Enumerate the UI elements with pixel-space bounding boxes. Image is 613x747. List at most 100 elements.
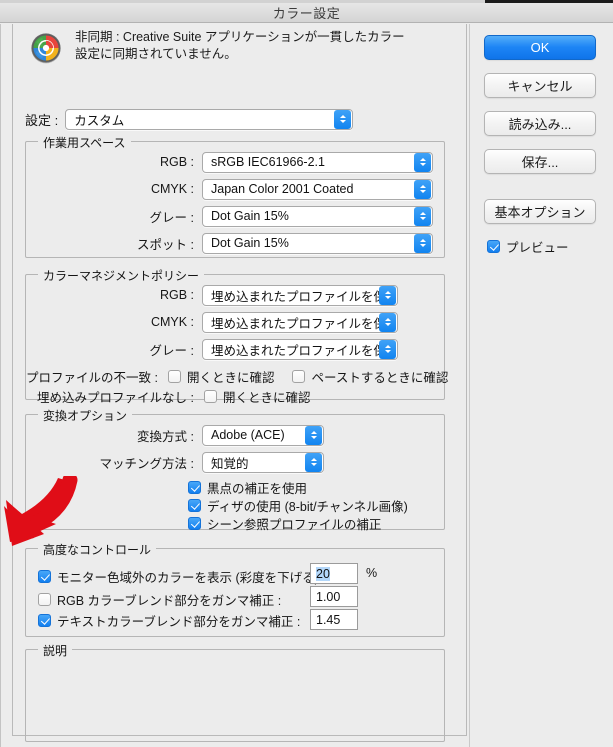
working-space-value-rgb: sRGB IEC61966-2.1 <box>211 155 325 169</box>
stepper-arrows-icon[interactable] <box>305 425 322 445</box>
text-blend-gamma-value: 1.45 <box>316 612 341 627</box>
use-dither-label: ディザの使用 (8-bit/チャンネル画像) <box>207 500 408 514</box>
desaturate-amount-unit: % <box>366 566 378 580</box>
text-blend-gamma-checkbox[interactable]: テキストカラーブレンド部分をガンマ補正 : <box>38 611 300 630</box>
ok-button[interactable]: OK <box>484 35 596 60</box>
working-space-label-gray: グレー : <box>149 210 194 225</box>
scene-referred-profiles-checkbox[interactable]: シーン参照プロファイルの補正 <box>188 514 381 533</box>
conversion-options-legend: 変換オプション <box>38 407 133 424</box>
policy-select-rgb[interactable]: 埋め込まれたプロファイルを保持 <box>202 284 398 306</box>
conversion-engine-label: 変換方式 : <box>137 429 194 444</box>
rendering-intent-row: マッチング方法 : 知覚的 <box>26 451 438 473</box>
policy-label-cmyk: CMYK : <box>150 315 194 329</box>
checkbox-box <box>487 240 500 253</box>
desaturate-monitor-colors-label: モニター色域外のカラーを表示 (彩度を下げる) : <box>57 571 326 585</box>
black-point-compensation-checkbox[interactable]: 黒点の補正を使用 <box>188 478 307 497</box>
working-space-value-spot: Dot Gain 15% <box>211 236 289 250</box>
desaturate-amount-value: 20 <box>316 566 330 581</box>
description-group: 説明 <box>25 642 445 742</box>
working-space-select-cmyk[interactable]: Japan Color 2001 Coated <box>202 178 433 200</box>
settings-preset-select[interactable]: カスタム <box>65 108 354 130</box>
stepper-arrows-icon[interactable] <box>414 152 431 172</box>
working-space-label-rgb: RGB : <box>159 155 194 169</box>
stepper-arrows-icon[interactable] <box>379 285 396 305</box>
policy-row-gray: グレー : 埋め込まれたプロファイルを保持 <box>26 338 438 360</box>
working-space-select-rgb[interactable]: sRGB IEC61966-2.1 <box>202 151 433 173</box>
mismatch-ask-paste-checkbox[interactable]: ペーストするときに確認 <box>292 367 448 386</box>
profile-mismatch-label: プロファイルの不一致 : <box>26 370 158 385</box>
rendering-intent-value: 知覚的 <box>211 456 249 471</box>
working-space-row-rgb: RGB : sRGB IEC61966-2.1 <box>26 151 438 173</box>
mismatch-ask-paste-label: ペーストするときに確認 <box>311 370 449 385</box>
stepper-arrows-icon[interactable] <box>414 233 431 253</box>
stepper-arrows-icon[interactable] <box>379 312 396 332</box>
rgb-blend-gamma-label: RGB カラーブレンド部分をガンマ補正 : <box>57 594 282 608</box>
preview-checkbox[interactable]: プレビュー <box>487 237 569 256</box>
conversion-engine-select[interactable]: Adobe (ACE) <box>202 424 324 446</box>
working-space-value-cmyk: Japan Color 2001 Coated <box>211 182 354 196</box>
policy-value-gray: 埋め込まれたプロファイルを保持 <box>211 343 379 358</box>
settings-preset-value: カスタム <box>74 113 125 128</box>
rgb-blend-gamma-checkbox[interactable]: RGB カラーブレンド部分をガンマ補正 : <box>38 590 281 609</box>
working-space-select-spot[interactable]: Dot Gain 15% <box>202 232 433 254</box>
checkbox-box <box>188 499 201 512</box>
missing-ask-open-checkbox[interactable]: 開くときに確認 <box>204 387 311 406</box>
checkbox-box <box>292 369 306 383</box>
checkbox-box <box>188 481 201 494</box>
rendering-intent-label: マッチング方法 : <box>99 456 194 471</box>
stepper-arrows-icon[interactable] <box>305 452 322 472</box>
checkbox-box <box>204 389 217 403</box>
sync-warning-line1: 非同期 : Creative Suite アプリケーションが一貫したカラー <box>75 30 405 44</box>
window-title: カラー設定 <box>272 6 341 21</box>
rgb-blend-gamma-input[interactable]: 1.00 <box>310 586 358 607</box>
text-blend-gamma-input[interactable]: 1.45 <box>310 609 358 630</box>
policy-label-rgb: RGB : <box>159 288 194 302</box>
description-legend: 説明 <box>38 642 73 659</box>
working-space-row-cmyk: CMYK : Japan Color 2001 Coated <box>26 178 438 200</box>
policies-legend: カラーマネジメントポリシー <box>38 267 205 284</box>
working-space-value-gray: Dot Gain 15% <box>211 209 289 223</box>
conversion-options-group: 変換オプション 変換方式 : Adobe (ACE) マッチング方法 : 知覚的… <box>25 407 445 533</box>
checkbox-box <box>38 570 51 583</box>
working-space-label-spot: スポット : <box>137 237 194 252</box>
stepper-arrows-icon[interactable] <box>334 109 352 129</box>
use-dither-checkbox[interactable]: ディザの使用 (8-bit/チャンネル画像) <box>188 496 408 515</box>
checkbox-box <box>167 369 181 383</box>
policy-value-rgb: 埋め込まれたプロファイルを保持 <box>211 289 379 304</box>
profile-mismatch-row: プロファイルの不一致 : 開くときに確認 ペーストするときに確認 <box>26 365 448 387</box>
policy-value-cmyk: 埋め込まれたプロファイルを保持 <box>211 316 379 331</box>
desaturate-amount-input[interactable]: 20 <box>310 563 358 584</box>
basic-options-button[interactable]: 基本オプション <box>484 199 596 224</box>
desaturate-monitor-colors-checkbox[interactable]: モニター色域外のカラーを表示 (彩度を下げる) : <box>38 567 326 586</box>
rgb-blend-gamma-value: 1.00 <box>316 589 341 604</box>
rendering-intent-select[interactable]: 知覚的 <box>202 451 324 473</box>
checkbox-box <box>188 517 201 530</box>
working-space-row-gray: グレー : Dot Gain 15% <box>26 205 438 227</box>
stepper-arrows-icon[interactable] <box>379 339 396 359</box>
working-spaces-legend: 作業用スペース <box>38 134 131 151</box>
cancel-button[interactable]: キャンセル <box>484 73 596 98</box>
stepper-arrows-icon[interactable] <box>414 179 431 199</box>
working-space-select-gray[interactable]: Dot Gain 15% <box>202 205 433 227</box>
missing-profile-label: 埋め込みプロファイルなし : <box>37 390 194 405</box>
policy-select-cmyk[interactable]: 埋め込まれたプロファイルを保持 <box>202 311 398 333</box>
policy-label-gray: グレー : <box>149 343 194 358</box>
policy-select-gray[interactable]: 埋め込まれたプロファイルを保持 <box>202 338 398 360</box>
scene-referred-profiles-label: シーン参照プロファイルの補正 <box>207 518 382 532</box>
advanced-controls-group: 高度なコントロール モニター色域外のカラーを表示 (彩度を下げる) : 20 %… <box>25 541 445 637</box>
mismatch-ask-open-checkbox[interactable]: 開くときに確認 <box>167 367 275 386</box>
policy-row-cmyk: CMYK : 埋め込まれたプロファイルを保持 <box>26 311 438 333</box>
missing-ask-open-label: 開くときに確認 <box>223 390 311 405</box>
color-settings-dialog: カラー設定 非同期: Creative Suite アプリケーションが一貫した… <box>0 0 613 747</box>
working-spaces-group: 作業用スペース RGB : sRGB IEC61966-2.1 CMYK : J… <box>25 134 445 258</box>
description-text <box>36 658 434 733</box>
window-titlebar[interactable]: カラー設定 <box>0 3 613 23</box>
stepper-arrows-icon[interactable] <box>414 206 431 226</box>
save-button[interactable]: 保存... <box>484 149 596 174</box>
mismatch-ask-open-label: 開くときに確認 <box>186 370 275 385</box>
preview-row: プレビュー <box>487 237 604 258</box>
conversion-engine-value: Adobe (ACE) <box>211 428 285 442</box>
load-button[interactable]: 読み込み... <box>484 111 596 136</box>
checkbox-box <box>38 614 51 627</box>
working-space-label-cmyk: CMYK : <box>150 182 194 196</box>
